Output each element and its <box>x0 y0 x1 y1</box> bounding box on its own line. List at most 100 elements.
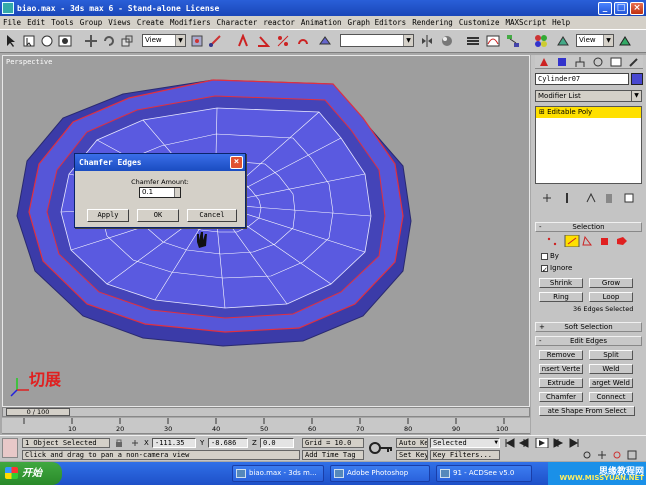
key-selection-dropdown[interactable]: Selected ▼ <box>430 438 500 448</box>
ok-button[interactable]: OK <box>137 209 179 222</box>
go-to-start-icon[interactable] <box>505 438 515 448</box>
previous-frame-icon[interactable] <box>518 438 529 448</box>
mirror-icon[interactable] <box>420 34 434 48</box>
display-tab-icon[interactable] <box>609 56 623 68</box>
pan-icon[interactable] <box>598 451 606 459</box>
configure-sets-icon[interactable] <box>623 192 635 204</box>
set-key-icon[interactable] <box>368 439 394 457</box>
move-icon[interactable] <box>84 34 98 48</box>
menu-graph-editors[interactable]: Graph Editors <box>344 18 409 27</box>
menu-views[interactable]: Views <box>105 18 134 27</box>
remove-modifier-icon[interactable] <box>603 192 615 204</box>
close-button[interactable]: × <box>630 1 644 15</box>
spinner-arrows-icon[interactable] <box>174 188 180 197</box>
element-icon[interactable] <box>617 237 627 245</box>
menu-animation[interactable]: Animation <box>298 18 345 27</box>
material-editor-icon[interactable] <box>534 34 548 48</box>
by-vertex-checkbox[interactable]: By <box>541 252 559 260</box>
schematic-view-icon[interactable] <box>506 34 520 48</box>
minimize-button[interactable]: _ <box>598 1 612 15</box>
ring-button[interactable]: Ring <box>539 292 583 302</box>
selection-rollout-header[interactable]: - Selection <box>535 222 642 232</box>
maximize-viewport-icon[interactable] <box>627 450 637 460</box>
select-by-name-icon[interactable] <box>58 34 72 48</box>
add-time-tag-button[interactable]: Add Time Tag <box>302 450 364 460</box>
motion-tab-icon[interactable] <box>591 56 605 68</box>
x-coordinate-field[interactable]: -111.35 <box>152 438 196 448</box>
shrink-button[interactable]: Shrink <box>539 278 583 288</box>
key-filters-button[interactable]: Key Filters... <box>430 450 500 460</box>
next-frame-icon[interactable] <box>553 438 564 448</box>
percent-snap-icon[interactable] <box>276 34 290 48</box>
time-slider[interactable]: 0 / 100 <box>2 407 530 417</box>
named-selection-set-dropdown[interactable]: ▼ <box>340 34 414 47</box>
set-key-button[interactable]: Set Key <box>396 450 428 460</box>
reference-coordinate-dropdown[interactable]: View ▼ <box>142 34 186 47</box>
z-coordinate-field[interactable]: 0.0 <box>260 438 294 448</box>
soft-selection-rollout-header[interactable]: + Soft Selection <box>535 322 642 332</box>
perspective-viewport[interactable]: Perspective 切展 <box>2 55 530 407</box>
remove-button[interactable]: Remove <box>539 350 583 360</box>
connect-button[interactable]: Connect <box>589 392 633 402</box>
extrude-button[interactable]: Extrude <box>539 378 583 388</box>
apply-button[interactable]: Apply <box>87 209 129 222</box>
chamfer-button[interactable]: Chamfer <box>539 392 583 402</box>
utilities-tab-icon[interactable] <box>627 56 641 68</box>
select-manipulate-icon[interactable] <box>208 34 222 48</box>
select-region-icon[interactable] <box>40 34 54 48</box>
insert-vertex-button[interactable]: nsert Verte <box>539 364 583 374</box>
auto-key-button[interactable]: Auto Key <box>396 438 428 448</box>
dialog-title-bar[interactable]: Chamfer Edges × <box>75 154 245 171</box>
spinner-snap-icon[interactable] <box>296 34 310 48</box>
menu-reactor[interactable]: reactor <box>260 18 298 27</box>
menu-help[interactable]: Help <box>549 18 573 27</box>
align-icon[interactable] <box>440 34 454 48</box>
menu-edit[interactable]: Edit <box>24 18 48 27</box>
scale-icon[interactable] <box>120 34 134 48</box>
polygon-icon[interactable] <box>601 238 608 245</box>
make-unique-icon[interactable] <box>585 192 597 204</box>
vertex-icon[interactable] <box>547 237 557 246</box>
border-icon[interactable] <box>582 235 592 246</box>
expand-plus-icon[interactable]: ⊞ <box>539 108 547 116</box>
menu-group[interactable]: Group <box>77 18 106 27</box>
track-bar[interactable]: 10 20 30 40 50 60 70 80 90 100 <box>2 418 530 434</box>
zoom-icon[interactable] <box>583 451 591 459</box>
y-coordinate-field[interactable]: -8.686 <box>208 438 248 448</box>
absolute-mode-icon[interactable] <box>130 438 140 448</box>
menu-create[interactable]: Create <box>134 18 167 27</box>
start-button[interactable]: 开始 <box>0 462 62 485</box>
split-button[interactable]: Split <box>589 350 633 360</box>
ignore-backfacing-checkbox[interactable]: ✓ Ignore <box>541 264 572 274</box>
edit-edges-rollout-header[interactable]: - Edit Edges <box>535 336 642 346</box>
maxscript-listener-icon[interactable] <box>2 438 18 458</box>
weld-button[interactable]: Weld <box>589 364 633 374</box>
curve-editor-icon[interactable] <box>486 34 500 48</box>
create-tab-icon[interactable] <box>537 56 551 68</box>
cancel-button[interactable]: Cancel <box>187 209 237 222</box>
render-scene-icon[interactable] <box>556 34 570 48</box>
target-weld-button[interactable]: arget Weld <box>589 378 633 388</box>
time-slider-thumb[interactable]: 0 / 100 <box>6 408 70 416</box>
render-type-dropdown[interactable]: View ▼ <box>576 34 614 47</box>
arc-rotate-icon[interactable] <box>613 451 621 459</box>
modify-tab-icon[interactable] <box>555 56 569 68</box>
loop-button[interactable]: Loop <box>589 292 633 302</box>
chamfer-amount-input[interactable]: 0.1 <box>139 187 181 198</box>
menu-customize[interactable]: Customize <box>456 18 503 27</box>
show-end-result-icon[interactable] <box>561 192 573 204</box>
menu-maxscript[interactable]: MAXScript <box>502 18 549 27</box>
stack-item-editable-poly[interactable]: ⊞ Editable Poly <box>536 107 641 118</box>
rotate-icon[interactable] <box>102 34 116 48</box>
play-icon[interactable] <box>535 438 549 448</box>
menu-modifiers[interactable]: Modifiers <box>167 18 214 27</box>
quick-render-icon[interactable] <box>618 34 632 48</box>
layer-manager-icon[interactable] <box>466 34 480 48</box>
grow-button[interactable]: Grow <box>589 278 633 288</box>
task-photoshop[interactable]: Adobe Photoshop <box>330 465 430 482</box>
dialog-close-icon[interactable]: × <box>230 156 243 169</box>
maximize-button[interactable]: □ <box>614 1 628 15</box>
pin-stack-icon[interactable] <box>541 192 553 204</box>
task-3dsmax[interactable]: biao.max - 3ds m... <box>232 465 324 482</box>
menu-file[interactable]: File <box>0 18 24 27</box>
